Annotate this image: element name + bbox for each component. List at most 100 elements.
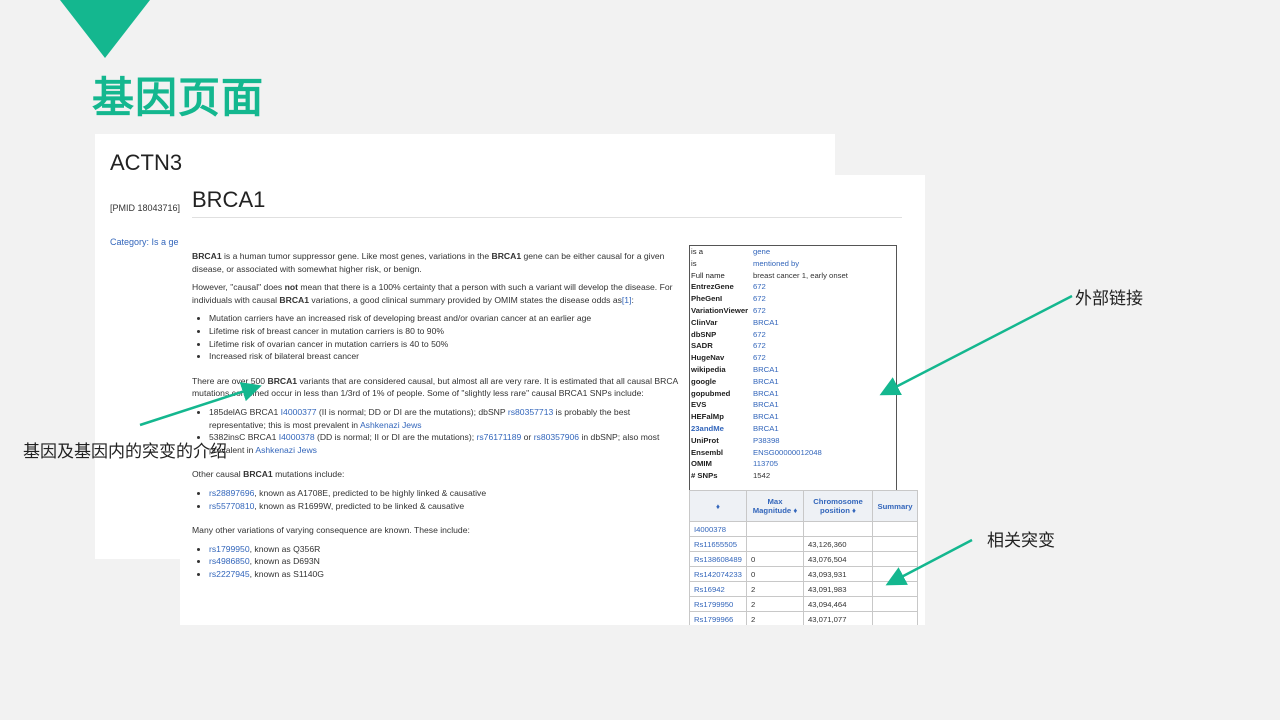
infobox-key: google [691, 376, 717, 386]
text: (II is normal; DD or DI are the mutation… [316, 406, 508, 417]
infobox-value[interactable]: BRCA1 [753, 399, 779, 411]
infobox-value[interactable]: BRCA1 [753, 423, 779, 435]
wiki-link[interactable]: rs2227945 [209, 569, 250, 579]
list-item: 185delAG BRCA1 I4000377 (II is normal; D… [209, 406, 680, 431]
table-row: Rs11655505 43,126,360 [689, 536, 918, 552]
infobox-value[interactable]: 672 [753, 305, 766, 317]
infobox-value[interactable]: P38398 [753, 435, 780, 447]
wiki-link[interactable]: Ashkenazi Jews [255, 445, 317, 455]
snp-link[interactable]: Rs11655505 [689, 536, 747, 552]
wiki-link[interactable]: rs80357906 [534, 432, 579, 442]
infobox-row: OMIM 113705 [690, 458, 896, 470]
infobox-row: ClinVar BRCA1 [690, 317, 896, 329]
annotation-related-mutations: 相关突变 [987, 531, 1055, 551]
infobox-row: dbSNP 672 [690, 329, 896, 341]
infobox-value[interactable]: 672 [753, 329, 766, 341]
wiki-link[interactable]: Ashkenazi Jews [360, 420, 422, 430]
text: or [521, 432, 534, 443]
wiki-link[interactable]: I4000377 [281, 407, 317, 417]
infobox-key: Full name [691, 270, 725, 280]
infobox-row: UniProt P38398 [690, 435, 896, 447]
infobox-value[interactable]: 672 [753, 352, 766, 364]
infobox-key: # SNPs [691, 471, 718, 481]
infobox-key: OMIM [691, 459, 712, 469]
snp-link[interactable]: Rs138608489 [689, 551, 747, 567]
list-item: Mutation carriers have an increased risk… [209, 312, 680, 325]
infobox-row: is mentioned by [690, 258, 896, 270]
infobox-key: Ensembl [691, 447, 724, 457]
text: , known as D693N [249, 556, 320, 567]
infobox-value[interactable]: BRCA1 [753, 364, 779, 376]
text: , known as R1699W, predicted to be linke… [254, 500, 465, 511]
wiki-link[interactable]: rs80357713 [508, 407, 553, 417]
infobox-key: EntrezGene [691, 282, 734, 292]
infobox-value[interactable]: BRCA1 [753, 317, 779, 329]
actn3-category[interactable]: Category: Is a ge [110, 237, 179, 247]
table-header[interactable]: Chromosome position ♦ [803, 490, 873, 522]
infobox-value[interactable]: BRCA1 [753, 388, 779, 400]
snp-link[interactable]: Rs142074233 [689, 566, 747, 582]
snp-link[interactable]: Rs16942 [689, 581, 747, 597]
wiki-link[interactable]: rs1799950 [209, 544, 250, 554]
infobox-key: is a [691, 247, 703, 256]
bold-term: BRCA1 [491, 251, 522, 261]
text: mutations include: [272, 469, 345, 480]
table-cell [872, 521, 918, 537]
causal-snp-list: 185delAG BRCA1 I4000377 (II is normal; D… [192, 406, 680, 456]
actn3-pmid[interactable]: [PMID 18043716] [110, 203, 180, 213]
infobox-key[interactable]: 23andMe [691, 423, 724, 435]
wiki-link[interactable]: rs76171189 [477, 432, 522, 442]
annotation-gene-intro: 基因及基因内的突变的介绍 [23, 442, 227, 462]
infobox-key: UniProt [691, 435, 719, 445]
list-item: rs2227945, known as S1140G [209, 568, 680, 581]
infobox-value[interactable]: BRCA1 [753, 411, 779, 423]
other-mutations-list: rs28897696, known as A1708E, predicted t… [192, 487, 680, 512]
snp-link[interactable]: Rs1799950 [689, 596, 747, 612]
wiki-link[interactable]: I4000378 [279, 432, 315, 442]
infobox-value[interactable]: 672 [753, 281, 766, 293]
infobox-value[interactable]: gene [753, 246, 770, 258]
infobox-value[interactable]: BRCA1 [753, 376, 779, 388]
infobox-row: # SNPs 1542 [690, 470, 896, 482]
infobox-value[interactable]: 672 [753, 293, 766, 305]
table-cell: 43,126,360 [803, 536, 873, 552]
wiki-link[interactable]: rs28897696 [209, 488, 254, 498]
infobox-key: gopubmed [691, 388, 731, 398]
brca1-page-screenshot: BRCA1 BRCA1 is a human tumor suppressor … [180, 175, 925, 625]
infobox-row: PheGenI 672 [690, 293, 896, 305]
infobox-key: PheGenI [691, 294, 723, 304]
table-cell: 2 [746, 611, 804, 625]
table-header[interactable]: Max Magnitude ♦ [746, 490, 804, 522]
infobox-row: EVS BRCA1 [690, 399, 896, 411]
table-row: Rs1799966 2 43,071,077 [689, 611, 918, 625]
variations-heading: Many other variations of varying consequ… [192, 524, 680, 537]
infobox-key: EVS [691, 400, 707, 410]
wiki-link[interactable]: rs55770810 [209, 501, 254, 511]
infobox-value[interactable]: mentioned by [753, 258, 799, 270]
infobox-value[interactable]: 672 [753, 340, 766, 352]
infobox-row: gopubmed BRCA1 [690, 388, 896, 400]
snp-link[interactable]: I4000378 [689, 521, 747, 537]
infobox-value[interactable]: ENSG00000012048 [753, 447, 822, 459]
bold-term: BRCA1 [279, 294, 310, 305]
gene-infobox: is a gene is mentioned by Full name breast ca… [689, 245, 897, 492]
table-cell: 43,094,464 [803, 596, 873, 612]
table-cell [872, 536, 918, 552]
wiki-link[interactable]: rs4986850 [209, 556, 250, 566]
table-cell: 0 [746, 566, 804, 582]
table-header[interactable]: ♦ [689, 490, 747, 522]
infobox-value[interactable]: 113705 [753, 458, 778, 470]
infobox-key: is [691, 258, 697, 268]
table-cell [872, 611, 918, 625]
text: , known as Q356R [249, 543, 321, 554]
article-body: BRCA1 is a human tumor suppressor gene. … [192, 250, 680, 592]
text: is a human tumor suppressor gene. Like m… [221, 251, 492, 261]
table-header[interactable]: Summary [872, 490, 918, 522]
infobox-row: SADR 672 [690, 340, 896, 352]
list-item: rs28897696, known as A1708E, predicted t… [209, 487, 680, 500]
infobox-key: dbSNP [691, 329, 717, 339]
variants-paragraph: There are over 500 BRCA1 variants that a… [192, 375, 680, 400]
table-cell [746, 521, 804, 537]
annotation-external-links: 外部链接 [1075, 289, 1143, 309]
snp-link[interactable]: Rs1799966 [689, 611, 747, 625]
